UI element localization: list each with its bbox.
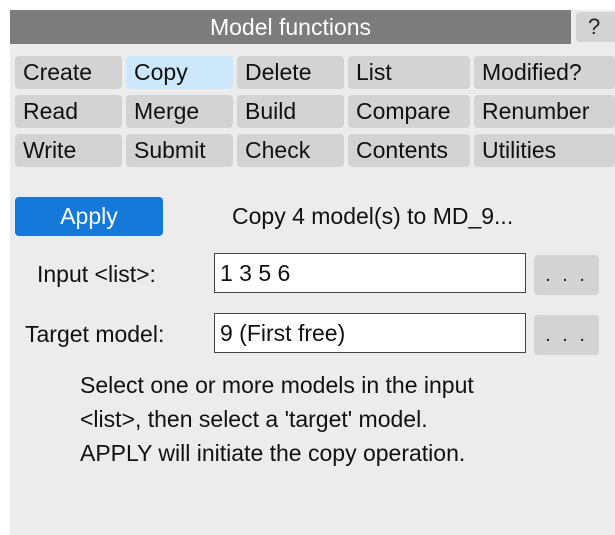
list-button[interactable]: List — [348, 56, 470, 89]
help-text: Select one or more models in the input <… — [80, 368, 610, 470]
utilities-button[interactable]: Utilities — [474, 134, 615, 167]
read-button[interactable]: Read — [15, 95, 122, 128]
build-button[interactable]: Build — [237, 95, 344, 128]
create-button[interactable]: Create — [15, 56, 122, 89]
submit-button[interactable]: Submit — [126, 134, 233, 167]
help-text-line-1: Select one or more models in the input — [80, 372, 474, 398]
copy-button[interactable]: Copy — [126, 56, 233, 89]
check-button[interactable]: Check — [237, 134, 344, 167]
write-button[interactable]: Write — [15, 134, 122, 167]
input-list-field[interactable]: 1 3 5 6 — [214, 253, 526, 293]
input-list-browse-button[interactable]: . . . — [534, 255, 599, 295]
renumber-button[interactable]: Renumber — [474, 95, 615, 128]
input-list-label: Input <list>: — [37, 261, 156, 287]
modified-button[interactable]: Modified? — [474, 56, 615, 89]
compare-button[interactable]: Compare — [348, 95, 470, 128]
contents-button[interactable]: Contents — [348, 134, 470, 167]
target-model-field[interactable]: 9 (First free) — [214, 313, 526, 353]
function-menu: Create Copy Delete List Modified? Read M… — [10, 10, 615, 190]
help-text-line-3: APPLY will initiate the copy operation. — [80, 440, 466, 466]
merge-button[interactable]: Merge — [126, 95, 233, 128]
delete-button[interactable]: Delete — [237, 56, 344, 89]
apply-button[interactable]: Apply — [15, 197, 163, 236]
apply-status-text: Copy 4 model(s) to MD_9... — [232, 203, 514, 229]
target-model-label: Target model: — [25, 321, 165, 347]
model-functions-panel: Model functions ? Create Copy Delete Lis… — [10, 10, 615, 535]
target-model-browse-button[interactable]: . . . — [534, 315, 599, 355]
help-text-line-2: <list>, then select a 'target' model. — [80, 406, 428, 432]
